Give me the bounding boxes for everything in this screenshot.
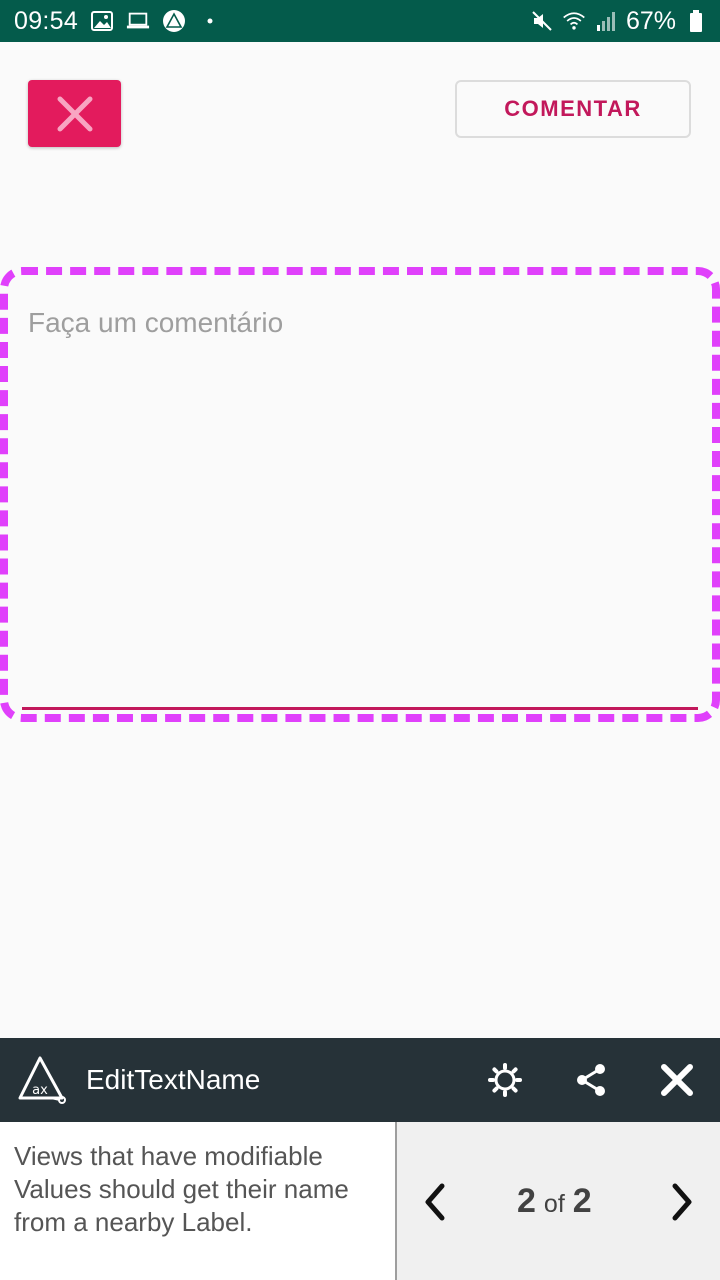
close-button[interactable]: [28, 80, 121, 147]
comment-placeholder: Faça um comentário: [28, 307, 284, 338]
accessibility-pager-panel: 2 of 2: [397, 1122, 720, 1280]
battery-percentage: 67%: [625, 6, 676, 35]
dot-icon: [198, 9, 222, 33]
status-time: 09:54: [14, 6, 79, 35]
signal-icon: [594, 9, 618, 33]
accessibility-scanner-icon: [162, 9, 186, 33]
mute-icon: [530, 9, 554, 33]
status-left: 09:54: [14, 7, 530, 36]
close-icon: [57, 96, 92, 131]
status-right: 67%: [530, 7, 708, 36]
previous-button[interactable]: [405, 1172, 465, 1232]
chevron-left-icon: [425, 1183, 445, 1221]
laptop-icon: [126, 9, 150, 33]
issue-counter: 2 of 2: [517, 1182, 592, 1221]
input-underline: [22, 707, 698, 710]
chevron-right-icon: [672, 1183, 692, 1221]
settings-icon: [488, 1063, 522, 1097]
comment-input[interactable]: Faça um comentário: [0, 267, 720, 722]
accessibility-description: Views that have modifiable Values should…: [14, 1141, 349, 1237]
comment-button[interactable]: COMENTAR: [455, 80, 691, 138]
of-label: of: [543, 1190, 565, 1218]
next-button[interactable]: [652, 1172, 712, 1232]
accessibility-description-panel: Views that have modifiable Values should…: [0, 1122, 397, 1280]
wifi-icon: [562, 9, 586, 33]
svg-text:ax: ax: [32, 1083, 48, 1098]
share-icon: [577, 1064, 605, 1096]
share-button[interactable]: [548, 1038, 634, 1122]
close-panel-button[interactable]: [634, 1038, 720, 1122]
battery-icon: [684, 9, 708, 33]
image-icon: [90, 9, 114, 33]
settings-button[interactable]: [462, 1038, 548, 1122]
scanner-logo-icon: ax: [16, 1054, 68, 1106]
current-issue: 2: [517, 1182, 536, 1220]
close-icon: [661, 1064, 693, 1096]
total-issues: 2: [572, 1182, 592, 1220]
status-bar: 09:54 67%: [0, 0, 720, 42]
accessibility-panel-header: ax EditTextName: [0, 1038, 720, 1122]
accessibility-panel-title: EditTextName: [86, 1064, 261, 1095]
